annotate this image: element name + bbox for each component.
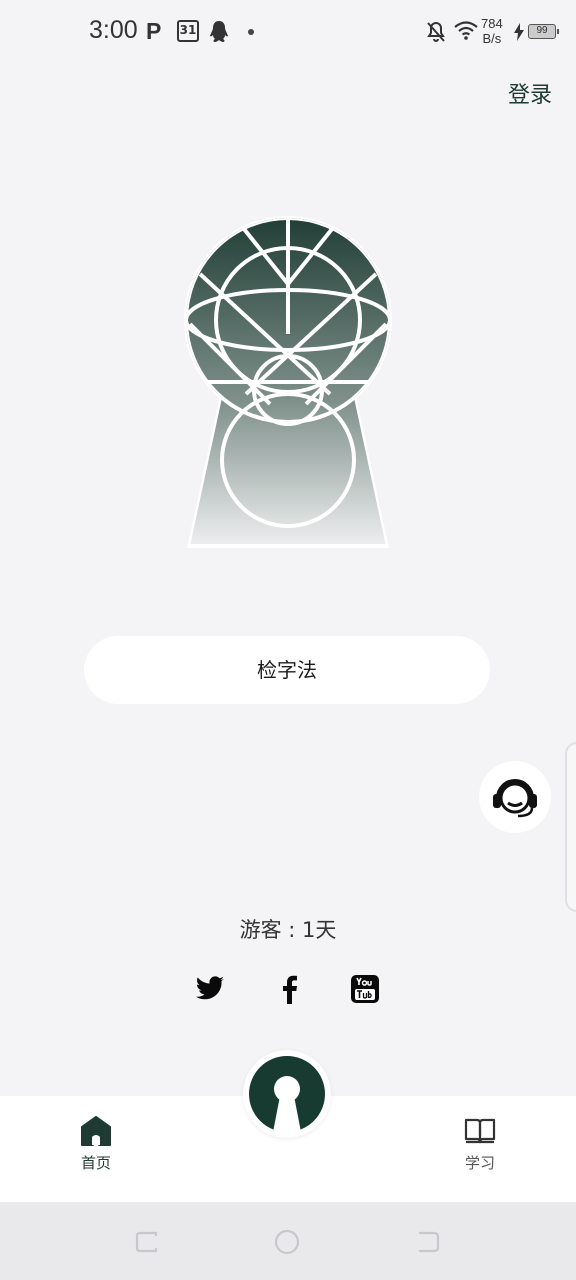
back-icon — [418, 1231, 440, 1253]
qq-penguin-icon — [207, 19, 231, 49]
status-bar: 3:00 P 31 784 B/s 99 — [0, 0, 576, 64]
keyhole-icon — [249, 1056, 325, 1132]
twitter-icon — [196, 976, 224, 1000]
net-speed-value: 784 — [481, 16, 503, 31]
twitter-button[interactable] — [193, 972, 227, 1006]
facebook-icon — [283, 975, 297, 1004]
parking-icon: P — [146, 18, 162, 44]
home-icon — [81, 1116, 111, 1146]
center-keyhole-button[interactable] — [243, 1050, 331, 1138]
net-speed: 784 B/s — [481, 16, 503, 46]
keyhole-shape — [184, 216, 392, 548]
status-time: 3:00 — [89, 16, 138, 44]
youtube-icon — [351, 975, 379, 1003]
nav-study-label: 学习 — [464, 1154, 495, 1172]
notification-dot — [248, 29, 254, 35]
youtube-button[interactable] — [348, 972, 382, 1006]
index-method-button[interactable]: 检字法 — [84, 636, 490, 704]
back-button[interactable] — [416, 1229, 442, 1255]
side-drawer-handle[interactable] — [565, 742, 576, 912]
charging-icon — [513, 23, 525, 45]
calendar-icon: 31 — [177, 20, 199, 42]
headset-icon — [493, 779, 537, 818]
bell-off-icon — [424, 20, 448, 48]
guest-status: 游客 : 1天 — [239, 918, 337, 942]
recent-apps-button[interactable] — [134, 1229, 160, 1255]
battery-indicator: 99 — [528, 24, 559, 39]
recent-apps-icon — [135, 1231, 158, 1253]
login-button[interactable]: 登录 — [496, 74, 564, 118]
customer-service-button[interactable] — [479, 761, 551, 833]
nav-study[interactable]: 学习 — [440, 1116, 520, 1173]
facebook-button[interactable] — [272, 972, 306, 1006]
net-speed-unit: B/s — [482, 31, 502, 46]
book-icon — [464, 1118, 496, 1144]
home-system-button[interactable] — [274, 1229, 300, 1255]
circle-home-icon — [274, 1229, 300, 1255]
keyhole-logo — [184, 216, 392, 548]
nav-home[interactable]: 首页 — [56, 1116, 136, 1173]
wifi-icon — [454, 20, 478, 44]
nav-home-label: 首页 — [80, 1154, 111, 1172]
system-navigation-bar — [0, 1202, 576, 1280]
